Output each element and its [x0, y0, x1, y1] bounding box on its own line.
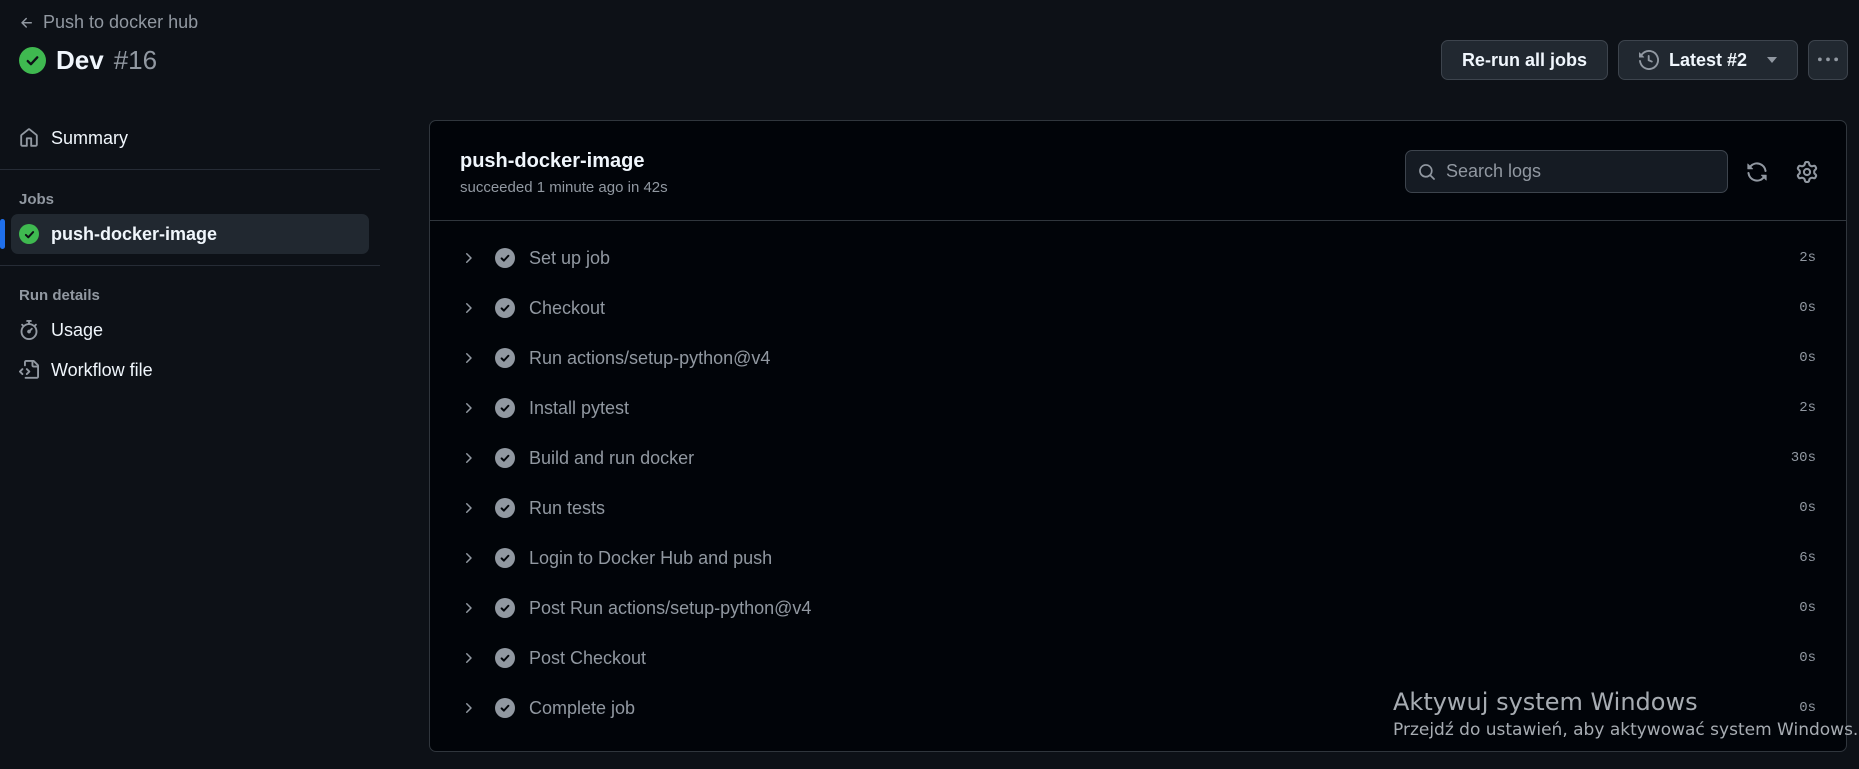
chevron-right-icon — [460, 300, 476, 316]
stopwatch-icon — [20, 320, 38, 340]
jobs-heading: Jobs — [19, 191, 55, 208]
sidebar-item-label: push-docker-image — [51, 223, 218, 244]
check-circle-icon — [495, 598, 515, 618]
run-name: Dev — [56, 45, 104, 75]
sidebar-item-summary[interactable]: Summary — [11, 118, 369, 158]
step-name: Checkout — [529, 297, 606, 318]
job-header: push-docker-image succeeded 1 minute ago… — [430, 121, 1846, 221]
caret-down-icon — [1767, 57, 1777, 63]
sidebar-item-label: Summary — [51, 127, 129, 148]
chevron-right-icon — [460, 350, 476, 366]
refresh-button[interactable] — [1746, 161, 1768, 183]
run-number: #16 — [113, 45, 158, 75]
step-duration: 2s — [1799, 400, 1816, 416]
search-logs-field[interactable] — [1405, 150, 1728, 193]
check-circle-icon — [19, 47, 46, 74]
step-name: Post Checkout — [529, 647, 647, 668]
sidebar-item-label: Workflow file — [51, 359, 153, 380]
workflow-run-page: Push to docker hub Dev #16 Re-run all jo… — [0, 0, 1859, 769]
step-duration: 2s — [1799, 250, 1816, 266]
job-name: push-docker-image — [460, 150, 645, 172]
search-logs-input[interactable] — [1446, 161, 1715, 182]
chevron-right-icon — [460, 600, 476, 616]
step-name: Install pytest — [529, 397, 630, 418]
chevron-right-icon — [460, 400, 476, 416]
step-duration: 0s — [1799, 350, 1816, 366]
sync-icon — [1747, 162, 1767, 182]
step-name: Complete job — [529, 697, 636, 718]
check-circle-icon — [495, 248, 515, 268]
step-row[interactable]: Checkout 0s — [430, 283, 1846, 333]
step-row[interactable]: Login to Docker Hub and push 6s — [430, 533, 1846, 583]
steps-list: Set up job 2s Checkout 0s Run actions/se… — [430, 221, 1846, 733]
windows-activation-watermark: Aktywuj system Windows Przejdź do ustawi… — [1393, 688, 1858, 740]
check-circle-icon — [19, 224, 39, 244]
check-circle-icon — [495, 398, 515, 418]
step-name: Run actions/setup-python@v4 — [529, 347, 771, 368]
step-row[interactable]: Build and run docker 30s — [430, 433, 1846, 483]
gear-icon — [1796, 161, 1818, 183]
check-circle-icon — [495, 448, 515, 468]
header-actions: Re-run all jobs Latest #2 — [1440, 40, 1848, 80]
back-link[interactable]: Push to docker hub — [19, 12, 198, 33]
check-circle-icon — [495, 698, 515, 718]
rerun-all-jobs-button[interactable]: Re-run all jobs — [1440, 40, 1608, 80]
check-circle-icon — [495, 348, 515, 368]
kebab-horizontal-icon — [1818, 57, 1838, 62]
step-row[interactable]: Run actions/setup-python@v4 0s — [430, 333, 1846, 383]
search-icon — [1419, 163, 1435, 180]
step-row[interactable]: Run tests 0s — [430, 483, 1846, 533]
sidebar-divider — [0, 265, 380, 266]
sidebar-item-workflow-file[interactable]: Workflow file — [11, 350, 369, 390]
home-icon — [20, 128, 38, 147]
check-circle-icon — [495, 548, 515, 568]
step-row[interactable]: Install pytest 2s — [430, 383, 1846, 433]
page-title: Dev #16 — [19, 45, 157, 76]
attempt-select-button[interactable]: Latest #2 — [1617, 40, 1798, 80]
check-circle-icon — [495, 648, 515, 668]
check-circle-icon — [495, 498, 515, 518]
settings-button[interactable] — [1796, 161, 1818, 183]
rerun-label: Re-run all jobs — [1461, 49, 1587, 70]
back-link-label: Push to docker hub — [43, 12, 199, 32]
step-duration: 0s — [1799, 600, 1816, 616]
step-name: Post Run actions/setup-python@v4 — [529, 597, 812, 618]
watermark-title: Aktywuj system Windows — [1393, 688, 1698, 716]
sidebar-item-label: Usage — [51, 319, 104, 340]
step-name: Login to Docker Hub and push — [529, 547, 773, 568]
arrow-left-icon — [21, 17, 32, 28]
job-status-text: succeeded 1 minute ago in 42s — [460, 179, 668, 196]
step-row[interactable]: Post Run actions/setup-python@v4 0s — [430, 583, 1846, 633]
chevron-right-icon — [460, 450, 476, 466]
file-code-icon — [19, 360, 39, 379]
chevron-right-icon — [460, 700, 476, 716]
step-name: Run tests — [529, 497, 606, 518]
check-circle-icon — [495, 298, 515, 318]
sidebar-divider — [0, 169, 380, 170]
chevron-right-icon — [460, 550, 476, 566]
history-icon — [1638, 50, 1659, 70]
more-options-button[interactable] — [1808, 40, 1848, 80]
step-row[interactable]: Set up job 2s — [430, 233, 1846, 283]
attempt-label: Latest #2 — [1668, 49, 1747, 70]
step-row[interactable]: Post Checkout 0s — [430, 633, 1846, 683]
step-duration: 30s — [1790, 450, 1816, 466]
chevron-right-icon — [460, 250, 476, 266]
chevron-right-icon — [460, 500, 476, 516]
chevron-right-icon — [460, 650, 476, 666]
sidebar-item-job[interactable]: push-docker-image — [0, 214, 369, 254]
sidebar: Summary Jobs push-docker-image Run detai… — [0, 118, 380, 390]
step-duration: 0s — [1799, 500, 1816, 516]
step-name: Set up job — [529, 247, 611, 268]
run-details-heading: Run details — [19, 287, 100, 304]
job-log-panel: push-docker-image succeeded 1 minute ago… — [429, 120, 1847, 752]
step-name: Build and run docker — [529, 447, 695, 468]
watermark-subtitle: Przejdź do ustawień, aby aktywować syste… — [1393, 720, 1859, 740]
step-duration: 0s — [1799, 650, 1816, 666]
step-duration: 0s — [1799, 300, 1816, 316]
sidebar-item-usage[interactable]: Usage — [11, 310, 369, 350]
step-duration: 6s — [1799, 550, 1816, 566]
